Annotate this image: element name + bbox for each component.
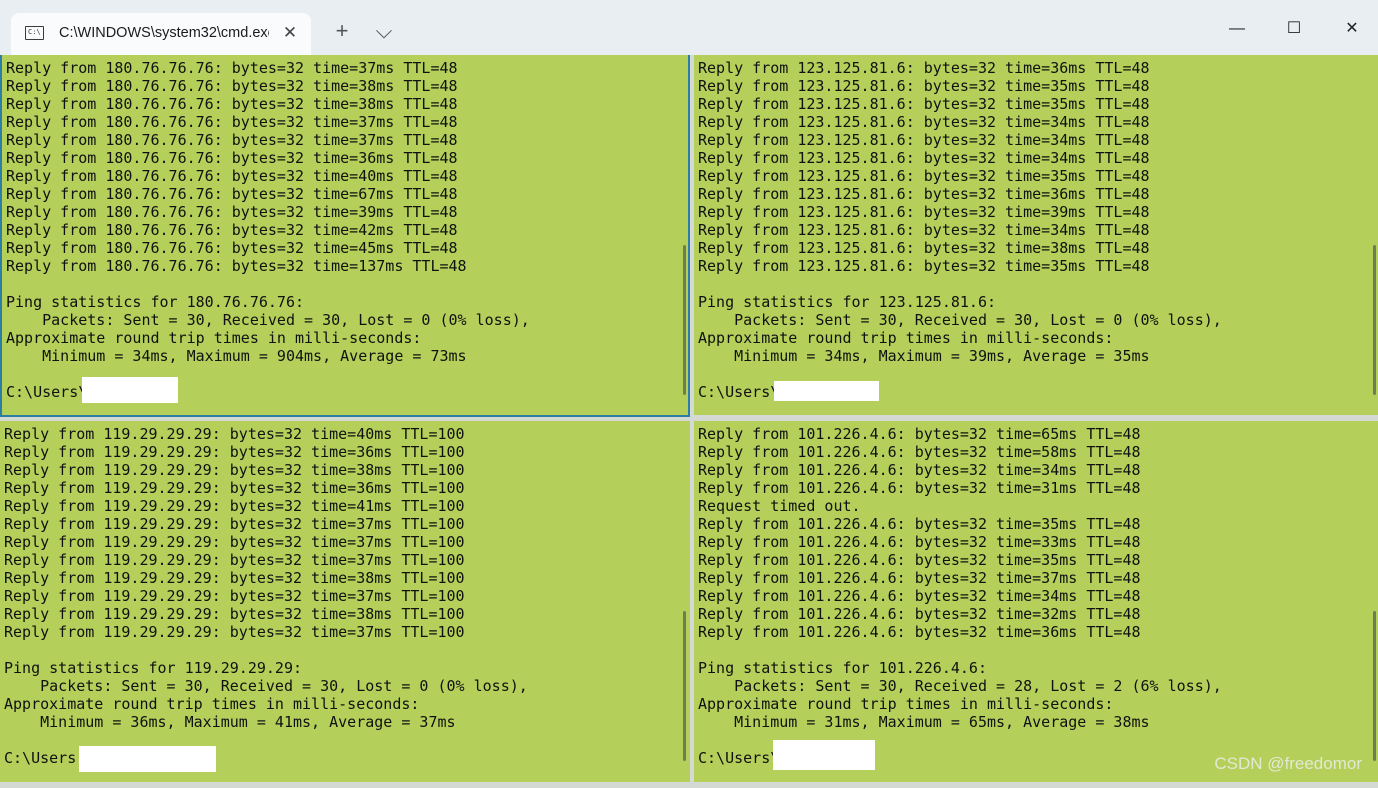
terminal-line: Packets: Sent = 30, Received = 30, Lost … — [698, 311, 1222, 329]
watermark: CSDN @freedomor — [1214, 754, 1362, 773]
terminal-line: Reply from 119.29.29.29: bytes=32 time=3… — [4, 479, 465, 497]
tab-title: C:\WINDOWS\system32\cmd.exe — [59, 25, 269, 41]
terminal-line: Reply from 101.226.4.6: bytes=32 time=35… — [698, 551, 1141, 569]
terminal-line: Reply from 101.226.4.6: bytes=32 time=34… — [698, 587, 1141, 605]
terminal-line: Reply from 123.125.81.6: bytes=32 time=3… — [698, 203, 1150, 221]
terminal-line: Reply from 123.125.81.6: bytes=32 time=3… — [698, 221, 1150, 239]
terminal-line: Reply from 119.29.29.29: bytes=32 time=4… — [4, 425, 465, 443]
terminal-line: Reply from 180.76.76.76: bytes=32 time=3… — [6, 113, 458, 131]
terminal-line: Reply from 123.125.81.6: bytes=32 time=3… — [698, 167, 1150, 185]
terminal-line: C:\Users\ — [6, 383, 88, 401]
terminal-line: Ping statistics for 180.76.76.76: — [6, 293, 305, 311]
scrollbar[interactable] — [1373, 245, 1376, 395]
terminal-line: Reply from 123.125.81.6: bytes=32 time=3… — [698, 77, 1150, 95]
terminal-output: Reply from 180.76.76.76: bytes=32 time=3… — [6, 59, 530, 401]
maximize-button[interactable]: ☐ — [1271, 14, 1317, 44]
terminal-line: Reply from 180.76.76.76: bytes=32 time=3… — [6, 203, 458, 221]
terminal-output: Reply from 101.226.4.6: bytes=32 time=65… — [698, 425, 1222, 767]
terminal-line: Reply from 123.125.81.6: bytes=32 time=3… — [698, 239, 1150, 257]
scrollbar[interactable] — [683, 611, 686, 761]
terminal-line: Ping statistics for 101.226.4.6: — [698, 659, 987, 677]
terminal-line: Reply from 180.76.76.76: bytes=32 time=3… — [6, 149, 458, 167]
terminal-line: Reply from 180.76.76.76: bytes=32 time=6… — [6, 185, 458, 203]
terminal-line: Reply from 101.226.4.6: bytes=32 time=58… — [698, 443, 1141, 461]
terminal-line: Reply from 119.29.29.29: bytes=32 time=3… — [4, 587, 465, 605]
terminal-line: Reply from 180.76.76.76: bytes=32 time=4… — [6, 239, 458, 257]
terminal-line: Reply from 180.76.76.76: bytes=32 time=4… — [6, 221, 458, 239]
terminal-line: Reply from 101.226.4.6: bytes=32 time=35… — [698, 515, 1141, 533]
terminal-line: Reply from 119.29.29.29: bytes=32 time=3… — [4, 623, 465, 641]
terminal-pane-bottom-left[interactable]: Reply from 119.29.29.29: bytes=32 time=4… — [0, 421, 690, 782]
terminal-line: Ping statistics for 119.29.29.29: — [4, 659, 303, 677]
terminal-line: Packets: Sent = 30, Received = 30, Lost … — [6, 311, 530, 329]
redacted-username — [774, 381, 879, 401]
terminal-pane-top-right[interactable]: Reply from 123.125.81.6: bytes=32 time=3… — [694, 55, 1378, 415]
redacted-username — [82, 377, 178, 403]
terminal-line: Reply from 101.226.4.6: bytes=32 time=36… — [698, 623, 1141, 641]
terminal-line: Reply from 101.226.4.6: bytes=32 time=31… — [698, 479, 1141, 497]
chevron-down-icon[interactable]: ⌵ — [373, 20, 395, 42]
terminal-line: Reply from 101.226.4.6: bytes=32 time=65… — [698, 425, 1141, 443]
terminal-line: Reply from 119.29.29.29: bytes=32 time=3… — [4, 569, 465, 587]
terminal-line: Approximate round trip times in milli-se… — [698, 329, 1114, 347]
terminal-line: Reply from 101.226.4.6: bytes=32 time=37… — [698, 569, 1141, 587]
terminal-line: Approximate round trip times in milli-se… — [698, 695, 1114, 713]
terminal-line: Reply from 180.76.76.76: bytes=32 time=3… — [6, 59, 458, 77]
terminal-line: Reply from 123.125.81.6: bytes=32 time=3… — [698, 59, 1150, 77]
redacted-username — [773, 740, 875, 770]
terminal-line: Reply from 180.76.76.76: bytes=32 time=1… — [6, 257, 467, 275]
scrollbar[interactable] — [1373, 611, 1376, 761]
terminal-line: Reply from 101.226.4.6: bytes=32 time=34… — [698, 461, 1141, 479]
minimize-button[interactable]: — — [1214, 14, 1260, 44]
terminal-output: Reply from 123.125.81.6: bytes=32 time=3… — [698, 59, 1222, 401]
terminal-line: C:\Users\ — [698, 383, 780, 401]
terminal-line: Approximate round trip times in milli-se… — [4, 695, 420, 713]
terminal-line: Reply from 180.76.76.76: bytes=32 time=3… — [6, 95, 458, 113]
terminal-line: Reply from 123.125.81.6: bytes=32 time=3… — [698, 113, 1150, 131]
terminal-line: Reply from 123.125.81.6: bytes=32 time=3… — [698, 149, 1150, 167]
terminal-line: Approximate round trip times in milli-se… — [6, 329, 422, 347]
terminal-line: Reply from 119.29.29.29: bytes=32 time=3… — [4, 551, 465, 569]
close-tab-icon[interactable]: ✕ — [281, 24, 299, 42]
terminal-line: Reply from 119.29.29.29: bytes=32 time=3… — [4, 461, 465, 479]
terminal-line: Reply from 123.125.81.6: bytes=32 time=3… — [698, 257, 1150, 275]
terminal-line: Minimum = 34ms, Maximum = 904ms, Average… — [6, 347, 467, 365]
terminal-line: C:\Users\ — [698, 749, 780, 767]
terminal-line: Reply from 101.226.4.6: bytes=32 time=32… — [698, 605, 1141, 623]
terminal-line: Reply from 119.29.29.29: bytes=32 time=3… — [4, 605, 465, 623]
terminal-line: Reply from 119.29.29.29: bytes=32 time=3… — [4, 515, 465, 533]
new-tab-button[interactable]: + — [331, 20, 353, 42]
terminal-pane-top-left[interactable]: Reply from 180.76.76.76: bytes=32 time=3… — [0, 55, 690, 417]
terminal-line: Minimum = 34ms, Maximum = 39ms, Average … — [698, 347, 1150, 365]
terminal-line: Reply from 101.226.4.6: bytes=32 time=33… — [698, 533, 1141, 551]
terminal-line: C:\Users — [4, 749, 77, 767]
terminal-line: Reply from 180.76.76.76: bytes=32 time=4… — [6, 167, 458, 185]
close-window-button[interactable]: ✕ — [1329, 14, 1375, 44]
tab-cmd[interactable]: C:\ C:\WINDOWS\system32\cmd.exe ✕ — [11, 13, 311, 55]
redacted-username — [79, 746, 216, 772]
terminal-line: Reply from 180.76.76.76: bytes=32 time=3… — [6, 131, 458, 149]
terminal-line: Reply from 119.29.29.29: bytes=32 time=3… — [4, 533, 465, 551]
terminal-line: Minimum = 31ms, Maximum = 65ms, Average … — [698, 713, 1150, 731]
terminal-line: Minimum = 36ms, Maximum = 41ms, Average … — [4, 713, 456, 731]
terminal-line: Reply from 123.125.81.6: bytes=32 time=3… — [698, 95, 1150, 113]
terminal-line: Reply from 123.125.81.6: bytes=32 time=3… — [698, 131, 1150, 149]
scrollbar[interactable] — [683, 245, 686, 395]
title-bar[interactable]: C:\ C:\WINDOWS\system32\cmd.exe ✕ + ⌵ — … — [0, 0, 1378, 55]
terminal-line: Packets: Sent = 30, Received = 28, Lost … — [698, 677, 1222, 695]
split-pane-area: Reply from 180.76.76.76: bytes=32 time=3… — [0, 55, 1378, 788]
terminal-line: Reply from 123.125.81.6: bytes=32 time=3… — [698, 185, 1150, 203]
terminal-line: Reply from 119.29.29.29: bytes=32 time=3… — [4, 443, 465, 461]
terminal-line: Ping statistics for 123.125.81.6: — [698, 293, 997, 311]
cmd-icon: C:\ — [25, 26, 44, 40]
terminal-line: Request timed out. — [698, 497, 861, 515]
terminal-line: Reply from 180.76.76.76: bytes=32 time=3… — [6, 77, 458, 95]
terminal-line: Reply from 119.29.29.29: bytes=32 time=4… — [4, 497, 465, 515]
terminal-pane-bottom-right[interactable]: Reply from 101.226.4.6: bytes=32 time=65… — [694, 421, 1378, 782]
terminal-line: Packets: Sent = 30, Received = 30, Lost … — [4, 677, 528, 695]
terminal-output: Reply from 119.29.29.29: bytes=32 time=4… — [4, 425, 528, 767]
